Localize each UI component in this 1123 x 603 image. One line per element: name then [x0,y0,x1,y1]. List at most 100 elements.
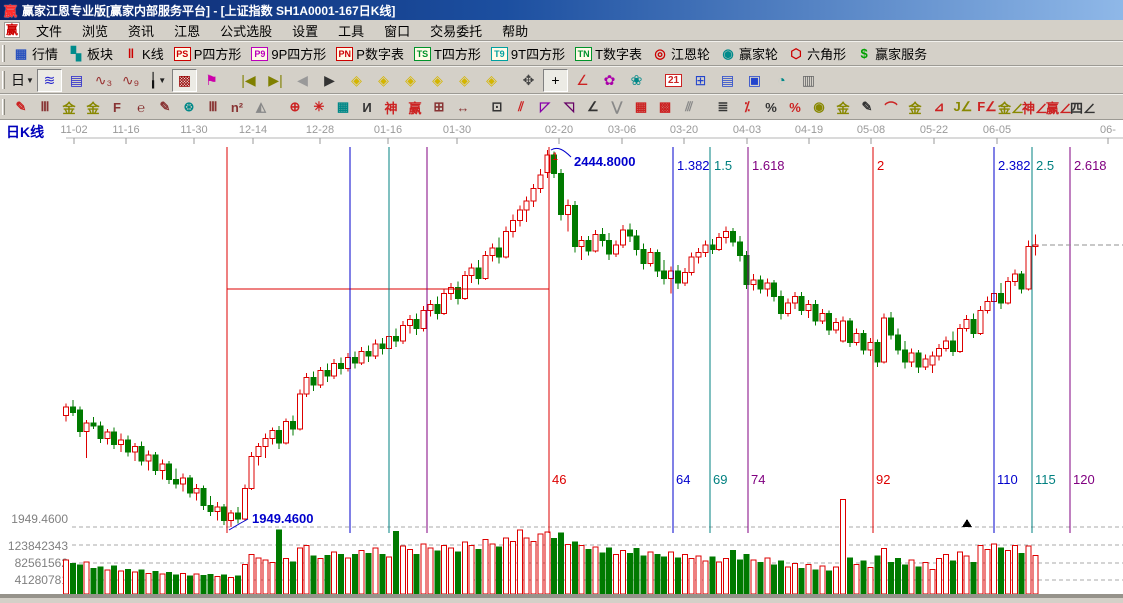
notes-button[interactable]: ▤ [715,69,740,92]
tool-angle-mirror[interactable]: ◭ [250,97,272,118]
tool-lines-2[interactable]: Ⅲ [202,97,224,118]
tool-grid-123[interactable]: ⊞ [428,97,450,118]
toolbar-grip[interactable] [2,70,5,90]
tool-gold-levels[interactable]: 金 [832,97,854,118]
color-flag-button[interactable]: ⚑ [199,69,224,92]
tool-grid-box[interactable]: ▦ [332,97,354,118]
diamond-expand-button[interactable]: ◈ [479,69,504,92]
tool-parallel[interactable]: ⫻ [678,97,700,118]
tool-pencil-chart[interactable]: ✎ [154,97,176,118]
diamond-hjoin-button[interactable]: ◈ [425,69,450,92]
tool-marker-pencil[interactable]: ✎ [856,97,878,118]
tool-pulse[interactable]: И [356,97,378,118]
quotes-button[interactable]: ▦ 行情 [9,43,64,64]
pattern-button[interactable]: ▩ [172,68,197,92]
tool-width-measure[interactable]: ↔ [452,97,474,118]
kline-button[interactable]: ‖ K线 [119,43,170,64]
tool-grid-red[interactable]: ▦ [630,97,652,118]
calculator-button[interactable]: ⊞ [688,69,713,92]
tool-star-grid[interactable]: ✳ [308,97,330,118]
tool-grid-axis[interactable]: ▩ [654,97,676,118]
tool-ying-angle[interactable]: 赢∠ [1046,97,1072,118]
crosshair-button[interactable]: + [543,68,568,92]
tool-si-angle[interactable]: 四∠ [1070,97,1096,118]
info-panel-button[interactable]: ▤ [64,69,89,92]
diamond-hsplit-button[interactable]: ◈ [398,69,423,92]
wave-9-button[interactable]: ∿₉ [118,69,143,92]
calendar-button[interactable]: 21 [661,69,686,92]
tool-gold-angle[interactable]: 金∠ [998,97,1024,118]
tool-fan-box-dark[interactable]: ◹ [558,97,580,118]
menu-item[interactable]: 工具 [328,20,374,41]
tool-spiral[interactable]: ℮ [130,97,152,118]
tool-shen-lines[interactable]: 神 [380,97,402,118]
save-button[interactable]: ▣ [742,69,767,92]
tool-f-angle[interactable]: F∠ [976,97,998,118]
tool-gann-fan-circle[interactable]: ⊛ [178,97,200,118]
menu-item[interactable]: 帮助 [492,20,538,41]
wave-overlay-button[interactable]: ≋ [37,68,62,92]
diamond-left-button[interactable]: ◈ [344,69,369,92]
menu-item[interactable]: 公式选股 [210,20,282,41]
tool-levels[interactable]: ≣ [712,97,734,118]
menu-item[interactable]: 交易委托 [420,20,492,41]
winner-wheel-button[interactable]: ◉ 赢家轮 [716,43,784,64]
menu-item[interactable]: 窗口 [374,20,420,41]
diamond-right-button[interactable]: ◈ [371,69,396,92]
printer-button[interactable]: ▥ [796,69,821,92]
tool-gold-time-1[interactable]: 金 [58,97,80,118]
flower-tool-button[interactable]: ✿ [597,69,622,92]
tool-angle-lines[interactable]: ∠ [582,97,604,118]
document-logo-icon[interactable]: 赢 [4,22,21,38]
diamond-cross-button[interactable]: ◈ [452,69,477,92]
pan-hand-button[interactable]: ✥ [516,69,541,92]
hexagon-button[interactable]: ⬡ 六角形 [784,43,852,64]
tool-fib-lines[interactable]: F [106,97,128,118]
period-day-dropdown[interactable]: 日 ▼ [10,69,35,92]
tool-j-angle[interactable]: J∠ [952,97,974,118]
9p-square-button[interactable]: P9 9P四方形 [247,43,332,64]
p-square-button[interactable]: PS P四方形 [170,43,248,64]
tool-fan-box-purple[interactable]: ◸ [534,97,556,118]
tool-ying-lines[interactable]: 赢 [404,97,426,118]
gann-wheel-button[interactable]: ◎ 江恩轮 [648,43,716,64]
knot-tool-button[interactable]: ❀ [624,69,649,92]
tool-pencil[interactable]: ✎ [10,97,32,118]
p-table-button[interactable]: PN P数字表 [332,43,410,64]
tool-percent[interactable]: % [760,97,782,118]
tool-arc[interactable]: ⌒ [880,97,902,118]
tool-gold-circle[interactable]: ◉ [808,97,830,118]
toolbar-grip[interactable] [2,98,5,116]
last-page-button[interactable]: ▶| [263,69,288,92]
tool-gold-time-2[interactable]: 金 [82,97,104,118]
prev-page-button[interactable]: ◀ [290,69,315,92]
9t-square-button[interactable]: T9 9T四方形 [487,43,571,64]
wave-3-button[interactable]: ∿₃ [91,69,116,92]
chart-area[interactable]: 日K线 11-02 11-16 11-30 12-14 12-28 01-16 01-30 0… [0,120,1123,598]
tool-gann-box[interactable]: ⊡ [486,97,508,118]
tool-gold-red[interactable]: 金 [904,97,926,118]
tool-wave-v[interactable]: ⋁ [606,97,628,118]
tool-time-lines[interactable]: Ⅲ [34,97,56,118]
kline-chart[interactable]: 11-02 11-16 11-30 12-14 12-28 01-16 01-30 02-20… [0,120,1123,598]
service-button[interactable]: $ 赢家服务 [852,43,933,64]
tool-percent-line[interactable]: ⁒ [736,97,758,118]
tool-percent-red[interactable]: % [784,97,806,118]
tool-circle-cross[interactable]: ⊕ [284,97,306,118]
menu-item[interactable]: 江恩 [164,20,210,41]
menu-item[interactable]: 资讯 [118,20,164,41]
toolbar-grip[interactable] [2,45,5,62]
next-page-button[interactable]: ▶ [317,69,342,92]
menu-item[interactable]: 浏览 [72,20,118,41]
menu-item[interactable]: 设置 [282,20,328,41]
t-table-button[interactable]: TN T数字表 [571,43,648,64]
tool-angle-up[interactable]: ⊿ [928,97,950,118]
t-square-button[interactable]: TS T四方形 [410,43,487,64]
tool-n-square[interactable]: n² [226,97,248,118]
sectors-button[interactable]: ▚ 板块 [64,43,119,64]
tool-fan-red[interactable]: ⫽ [510,97,532,118]
angle-measure-button[interactable]: ∠ [570,69,595,92]
candle-style-dropdown[interactable]: ╽ ▼ [145,69,170,92]
first-page-button[interactable]: |◀ [236,69,261,92]
tool-shen-angle[interactable]: 神∠ [1022,97,1048,118]
